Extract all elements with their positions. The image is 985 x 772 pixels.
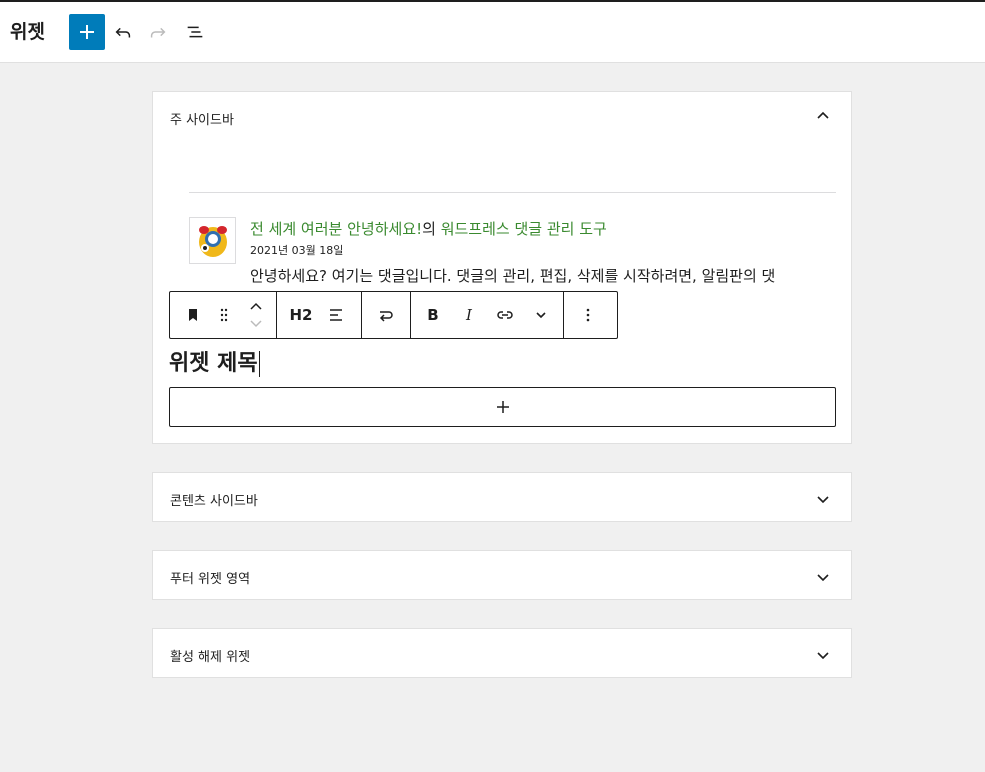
chevron-down-icon[interactable] (248, 315, 264, 331)
chevron-down-icon[interactable] (815, 647, 831, 663)
post-link[interactable]: 전 세계 여러분 안녕하세요! (250, 220, 422, 238)
chevron-down-icon (536, 312, 546, 319)
widget-area-title: 푸터 위젯 영역 (170, 572, 251, 587)
more-formats-button[interactable] (523, 292, 559, 338)
more-vertical-icon (586, 308, 590, 322)
bold-button[interactable]: B (415, 292, 451, 338)
undo-button[interactable] (107, 16, 139, 48)
wapuu-avatar-icon (198, 225, 227, 257)
move-buttons (236, 292, 276, 338)
block-type-button[interactable] (174, 292, 212, 338)
widget-title-text: 위젯 제목 (169, 351, 258, 376)
comment-date: 2021년 03월 18일 (250, 244, 344, 257)
widget-area-title: 활성 해제 위젯 (170, 650, 251, 665)
block-appender-button[interactable] (169, 387, 836, 427)
redo-button[interactable] (142, 16, 174, 48)
list-view-icon (187, 26, 203, 38)
plus-icon (80, 25, 94, 39)
avatar (189, 217, 236, 264)
chevron-down-icon[interactable] (815, 569, 831, 585)
bookmark-icon (189, 309, 197, 321)
chevron-up-icon[interactable] (248, 299, 264, 315)
options-button[interactable] (570, 292, 606, 338)
align-left-icon (330, 309, 342, 321)
link-icon (497, 311, 513, 319)
widget-title-heading[interactable]: 위젯 제목 (169, 349, 260, 379)
heading-level-button[interactable]: H2 (283, 292, 319, 338)
comment-title: 전 세계 여러분 안녕하세요!의 워드프레스 댓글 관리 도구 (250, 218, 607, 239)
transform-button[interactable] (368, 292, 404, 338)
widget-area-title[interactable]: 주 사이드바 (170, 109, 234, 128)
transform-icon (379, 311, 393, 322)
toolbar-group-format: B I (411, 292, 564, 338)
page-title: 위젯 (10, 21, 45, 43)
widget-area-inactive[interactable]: 활성 해제 위젯 (152, 628, 852, 678)
undo-icon (115, 27, 131, 38)
redo-icon (150, 27, 166, 38)
drag-handle-icon (220, 308, 228, 322)
list-view-button[interactable] (179, 16, 211, 48)
editor-header: 위젯 (0, 2, 985, 63)
block-toolbar: H2 B I (169, 291, 618, 339)
chevron-up-icon[interactable] (815, 108, 831, 124)
divider (189, 192, 836, 193)
author-link[interactable]: 워드프레스 댓글 관리 도구 (441, 220, 607, 238)
toolbar-group-options (564, 292, 612, 338)
link-button[interactable] (487, 292, 523, 338)
align-button[interactable] (319, 292, 355, 338)
toolbar-group-block (170, 292, 277, 338)
text-cursor (258, 351, 260, 377)
toolbar-group-heading: H2 (277, 292, 362, 338)
comment-line-1: 안녕하세요? 여기는 댓글입니다. 댓글의 관리, 편집, 삭제를 시작하려면,… (250, 267, 776, 285)
widget-area-title: 콘텐츠 사이드바 (170, 494, 258, 509)
drag-handle[interactable] (212, 292, 236, 338)
add-block-button[interactable] (69, 14, 105, 50)
comment-title-separator: 의 (422, 220, 441, 238)
chevron-down-icon[interactable] (815, 491, 831, 507)
plus-icon (496, 401, 509, 413)
widget-area-content-sidebar[interactable]: 콘텐츠 사이드바 (152, 472, 852, 522)
toolbar-group-transform (362, 292, 411, 338)
widget-area-footer[interactable]: 푸터 위젯 영역 (152, 550, 852, 600)
widget-area-main-sidebar: 주 사이드바 전 세계 여러분 안녕하세요!의 워드프레스 댓글 관리 도구 2… (152, 91, 852, 444)
italic-button[interactable]: I (451, 292, 487, 338)
